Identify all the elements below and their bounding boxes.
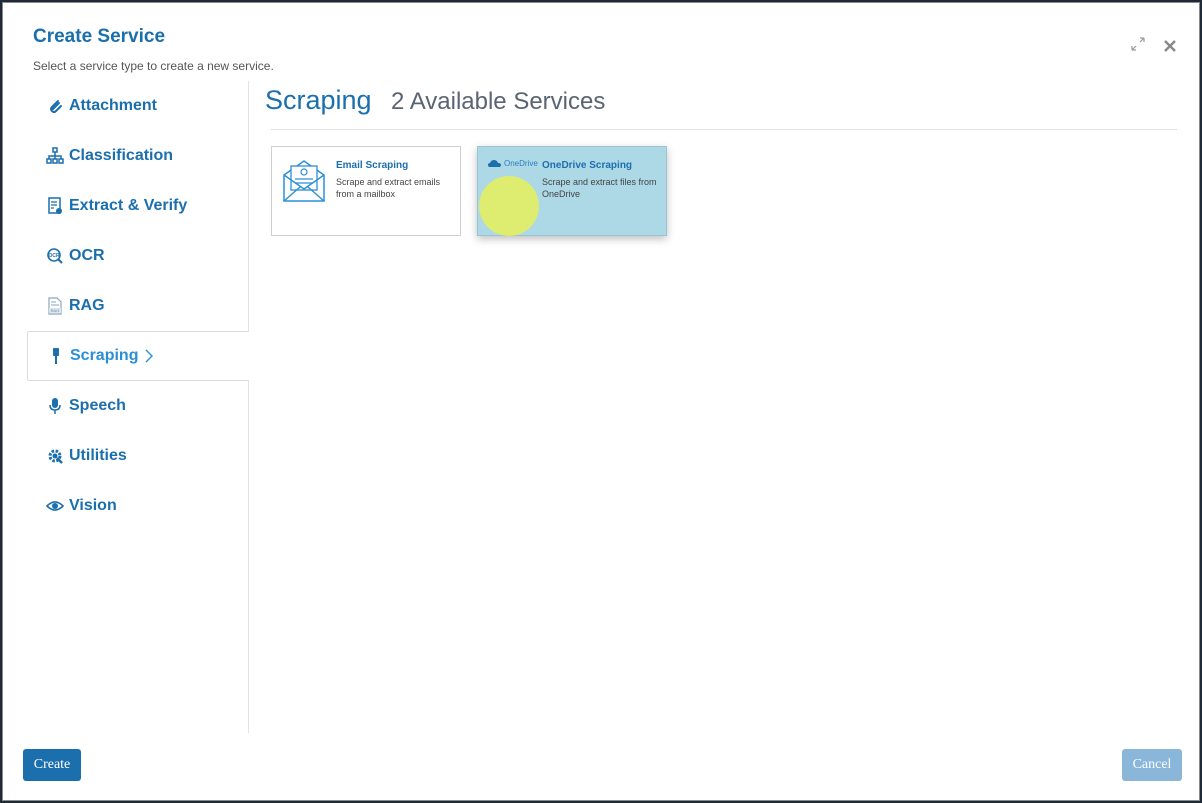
sidebar-item-speech[interactable]: Speech bbox=[27, 381, 248, 431]
sidebar-item-rag[interactable]: RAG RAG bbox=[27, 281, 248, 331]
sidebar-item-label: Scraping bbox=[70, 347, 139, 364]
rag-document-icon: RAG bbox=[46, 297, 64, 315]
category-title: Scraping bbox=[265, 85, 372, 115]
paperclip-icon bbox=[46, 97, 64, 115]
sidebar-item-scraping[interactable]: Scraping bbox=[27, 331, 249, 381]
sidebar-item-extract-verify[interactable]: Extract & Verify bbox=[27, 181, 248, 231]
dialog-subtitle: Select a service type to create a new se… bbox=[33, 59, 274, 73]
sidebar-item-utilities[interactable]: Utilities bbox=[27, 431, 248, 481]
sidebar-item-label: Extract & Verify bbox=[69, 197, 188, 214]
chevron-right-icon bbox=[144, 349, 154, 363]
scraper-icon bbox=[47, 347, 65, 365]
expand-icon[interactable] bbox=[1129, 35, 1147, 53]
cancel-button[interactable]: Cancel bbox=[1122, 749, 1182, 781]
email-envelope-icon bbox=[282, 157, 326, 208]
ocr-search-icon: OCR bbox=[46, 247, 64, 265]
available-services-count: 2 Available Services bbox=[391, 88, 606, 115]
microphone-icon bbox=[46, 397, 64, 415]
sidebar-item-vision[interactable]: Vision bbox=[27, 481, 248, 531]
content-divider bbox=[271, 129, 1177, 130]
card-description: Scrape and extract emails from a mailbox bbox=[336, 177, 441, 199]
card-title: OneDrive Scraping bbox=[542, 160, 633, 171]
close-icon[interactable] bbox=[1161, 37, 1179, 55]
gear-wrench-icon bbox=[46, 447, 64, 465]
dialog-title: Create Service bbox=[33, 26, 166, 47]
sidebar-item-ocr[interactable]: OCR OCR bbox=[27, 231, 248, 281]
card-description: Scrape and extract files from OneDrive bbox=[542, 177, 657, 199]
eye-icon bbox=[46, 497, 64, 515]
sidebar-item-label: OCR bbox=[69, 247, 105, 264]
service-type-sidebar: Attachment Classification Extract & Veri… bbox=[27, 81, 249, 733]
sidebar-item-label: Utilities bbox=[69, 447, 127, 464]
svg-text:OCR: OCR bbox=[48, 253, 60, 259]
service-card-email-scraping[interactable]: Email Scraping Scrape and extract emails… bbox=[271, 146, 461, 236]
sidebar-item-label: Classification bbox=[69, 147, 174, 164]
sidebar-item-label: Attachment bbox=[69, 97, 158, 114]
sidebar-item-label: Vision bbox=[69, 497, 117, 514]
sidebar-item-label: RAG bbox=[69, 297, 105, 314]
create-button[interactable]: Create bbox=[23, 749, 81, 781]
sidebar-item-label: Speech bbox=[69, 397, 126, 414]
hierarchy-icon bbox=[46, 147, 64, 165]
document-check-icon bbox=[46, 197, 64, 215]
sidebar-item-classification[interactable]: Classification bbox=[27, 131, 248, 181]
svg-text:RAG: RAG bbox=[51, 308, 60, 313]
card-title: Email Scraping bbox=[336, 160, 409, 171]
service-card-onedrive-scraping[interactable]: OneDrive OneDrive Scraping Scrape and ex… bbox=[477, 146, 667, 236]
onedrive-logo-text: OneDrive bbox=[504, 159, 538, 168]
sidebar-item-attachment[interactable]: Attachment bbox=[27, 81, 248, 131]
onedrive-logo: OneDrive bbox=[488, 159, 538, 168]
create-service-dialog: Create Service Select a service type to … bbox=[2, 2, 1200, 801]
